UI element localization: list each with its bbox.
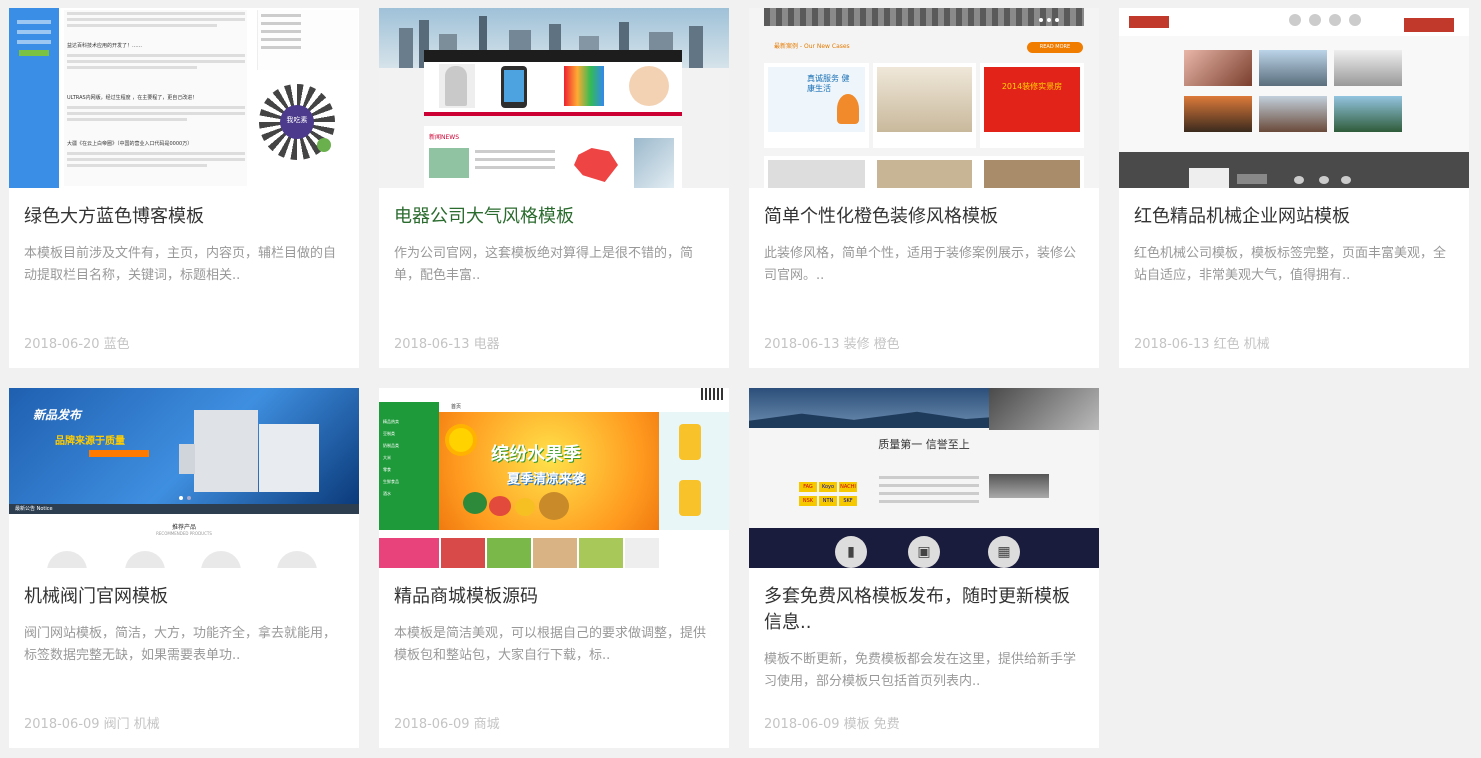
side-menu-item[interactable]: 大米 <box>383 452 439 464</box>
card-title[interactable]: 电器公司大气风格模板 <box>394 204 714 230</box>
card-title[interactable]: 精品商城模板源码 <box>394 584 714 610</box>
template-card[interactable]: 首页 精品热卖 豆制类 奶制品类 大米 零食 生鲜食品 酒水 缤纷水果季 夏季清… <box>379 388 729 748</box>
side-menu-item[interactable]: 零食 <box>383 464 439 476</box>
card-meta: 2018-06-13 红色 机械 <box>1134 333 1274 352</box>
read-more-button[interactable]: READ MORE <box>1027 42 1083 53</box>
side-menu: 精品热卖 豆制类 奶制品类 大米 零食 生鲜食品 酒水 <box>383 416 439 500</box>
card-tag[interactable]: 橙色 <box>874 337 900 352</box>
brand-logo: NTN <box>819 496 837 506</box>
side-menu-item[interactable]: 精品热卖 <box>383 416 439 428</box>
products-heading: 推荐产品 <box>171 524 196 531</box>
cases-heading: 最新案例 - Our New Cases <box>774 43 850 50</box>
brand-logo: NACHI <box>839 482 857 492</box>
card-title[interactable]: 红色精品机械企业网站模板 <box>1134 204 1454 230</box>
post-title: ULTRAS内网版，经过生程度 ，在主要程了，更自己改进！ <box>67 95 198 101</box>
card-date: 2018-06-20 <box>24 337 100 352</box>
banner-text-2: 夏季清凉来袭 <box>507 472 586 487</box>
banner-heading: 新品发布 <box>33 408 82 422</box>
template-card[interactable]: 最新案例 - Our New Cases READ MORE 真诚服务 健康生活… <box>749 8 1099 368</box>
card-thumbnail[interactable]: 质量第一 信誉至上 FAG Koyo NACHI NSK NTN SKF ▮ ▣… <box>749 388 1099 568</box>
card-thumbnail[interactable]: 最新案例 - Our New Cases READ MORE 真诚服务 健康生活… <box>749 8 1099 188</box>
card-meta: 2018-06-09 模板 免费 <box>764 713 904 732</box>
card-tag[interactable]: 阀门 <box>104 717 130 732</box>
card-tag[interactable]: 电器 <box>474 337 500 352</box>
card-date: 2018-06-13 <box>764 337 840 352</box>
nav-item[interactable]: 首页 <box>451 403 461 410</box>
card-title[interactable]: 简单个性化橙色装修风格模板 <box>764 204 1084 230</box>
card-thumbnail[interactable]: 首页 精品热卖 豆制类 奶制品类 大米 零食 生鲜食品 酒水 缤纷水果季 夏季清… <box>379 388 729 568</box>
card-tag[interactable]: 商城 <box>474 717 500 732</box>
side-menu-item[interactable]: 酒水 <box>383 488 439 500</box>
qr-center-text: 我吃素 <box>286 116 308 124</box>
card-description: 本模板目前涉及文件有，主页，内容页，辅栏目做的自动提取栏目名称，关键词，标题相关… <box>24 246 337 283</box>
post-title: 益达百科技术应用的开发了！…… <box>67 43 143 49</box>
side-menu-item[interactable]: 豆制类 <box>383 428 439 440</box>
brand-logo: SKF <box>839 496 857 506</box>
card-date: 2018-06-13 <box>394 337 470 352</box>
card-date: 2018-06-09 <box>394 717 470 732</box>
card-date: 2018-06-09 <box>764 717 840 732</box>
folder-icon[interactable]: ▮ <box>835 536 867 568</box>
banner-slogan: 品牌来源于质量 <box>55 436 125 447</box>
card-thumbnail[interactable]: 益达百科技术应用的开发了！…… ULTRAS内网版，经过生程度 ，在主要程了，更… <box>9 8 359 188</box>
card-tag[interactable]: 蓝色 <box>104 337 130 352</box>
template-card[interactable]: 质量第一 信誉至上 FAG Koyo NACHI NSK NTN SKF ▮ ▣… <box>749 388 1099 748</box>
card-meta: 2018-06-09 商城 <box>394 713 504 732</box>
card-description: 阀门网站模板，简洁，大方，功能齐全，拿去就能用，标签数据完整无缺，如果需要表单功… <box>24 626 337 663</box>
case-text: 2014装修实景房 <box>1001 82 1063 91</box>
post-title: 大疆《在云上白帝圈》（中国的营业入口代码是0000万） <box>67 141 193 147</box>
card-tag[interactable]: 免费 <box>874 717 900 732</box>
card-thumbnail[interactable] <box>1119 8 1469 188</box>
card-meta: 2018-06-13 装修 橙色 <box>764 333 904 352</box>
brand-logo: NSK <box>799 496 817 506</box>
card-description: 模板不断更新，免费模板都会发在这里，提供给新手学习使用，部分模板只包括首页列表内… <box>764 652 1077 689</box>
side-menu-item[interactable]: 生鲜食品 <box>383 476 439 488</box>
template-card[interactable]: 新品发布 品牌来源于质量 最新公告 Notice 推荐产品 RECOMMENDE… <box>9 388 359 748</box>
card-title[interactable]: 多套免费风格模板发布，随时更新模板信息.. <box>764 584 1084 636</box>
case-text: 真诚服务 健康生活 <box>807 74 850 93</box>
card-thumbnail[interactable]: 新品发布 品牌来源于质量 最新公告 Notice 推荐产品 RECOMMENDE… <box>9 388 359 568</box>
side-menu-item[interactable]: 奶制品类 <box>383 440 439 452</box>
notice-label: 最新公告 Notice <box>15 506 53 512</box>
card-description: 本模板是简洁美观，可以根据自己的要求做调整，提供模板包和整站包，大家自行下载，标… <box>394 626 707 663</box>
card-tag[interactable]: 红色 <box>1214 337 1240 352</box>
brand-logo: Koyo <box>819 482 837 492</box>
brand-logo: FAG <box>799 482 817 492</box>
image-icon[interactable]: ▦ <box>988 536 1020 568</box>
card-tag[interactable]: 机械 <box>134 717 160 732</box>
products-subheading: RECOMMENDED PRODUCTS <box>156 531 212 536</box>
card-date: 2018-06-09 <box>24 717 100 732</box>
slogan: 质量第一 信誉至上 <box>878 438 970 451</box>
template-card[interactable]: 益达百科技术应用的开发了！…… ULTRAS内网版，经过生程度 ，在主要程了，更… <box>9 8 359 368</box>
card-description: 此装修风格，简单个性，适用于装修案例展示，装修公司官网。.. <box>764 246 1077 283</box>
card-tag[interactable]: 装修 <box>844 337 870 352</box>
card-description: 作为公司官网，这套模板绝对算得上是很不错的，简单，配色丰富.. <box>394 246 694 283</box>
template-card[interactable]: 新闻NEWS 电器公司大气风格模板 作为公司官网，这套模板绝对算得上是很不错的，… <box>379 8 729 368</box>
card-meta: 2018-06-09 阀门 机械 <box>24 713 164 732</box>
banner-text-1: 缤纷水果季 <box>491 444 581 465</box>
card-meta: 2018-06-20 蓝色 <box>24 333 134 352</box>
card-thumbnail[interactable]: 新闻NEWS <box>379 8 729 188</box>
card-meta: 2018-06-13 电器 <box>394 333 504 352</box>
news-section-label: 新闻NEWS <box>429 134 460 141</box>
card-tag[interactable]: 模板 <box>844 717 870 732</box>
card-tag[interactable]: 机械 <box>1244 337 1270 352</box>
card-title[interactable]: 绿色大方蓝色博客模板 <box>24 204 344 230</box>
card-description: 红色机械公司模板，模板标签完整，页面丰富美观，全站自适应，非常美观大气，值得拥有… <box>1134 246 1447 283</box>
card-date: 2018-06-13 <box>1134 337 1210 352</box>
template-card[interactable]: 红色精品机械企业网站模板 红色机械公司模板，模板标签完整，页面丰富美观，全站自适… <box>1119 8 1469 368</box>
book-icon[interactable]: ▣ <box>908 536 940 568</box>
card-title[interactable]: 机械阀门官网模板 <box>24 584 344 610</box>
